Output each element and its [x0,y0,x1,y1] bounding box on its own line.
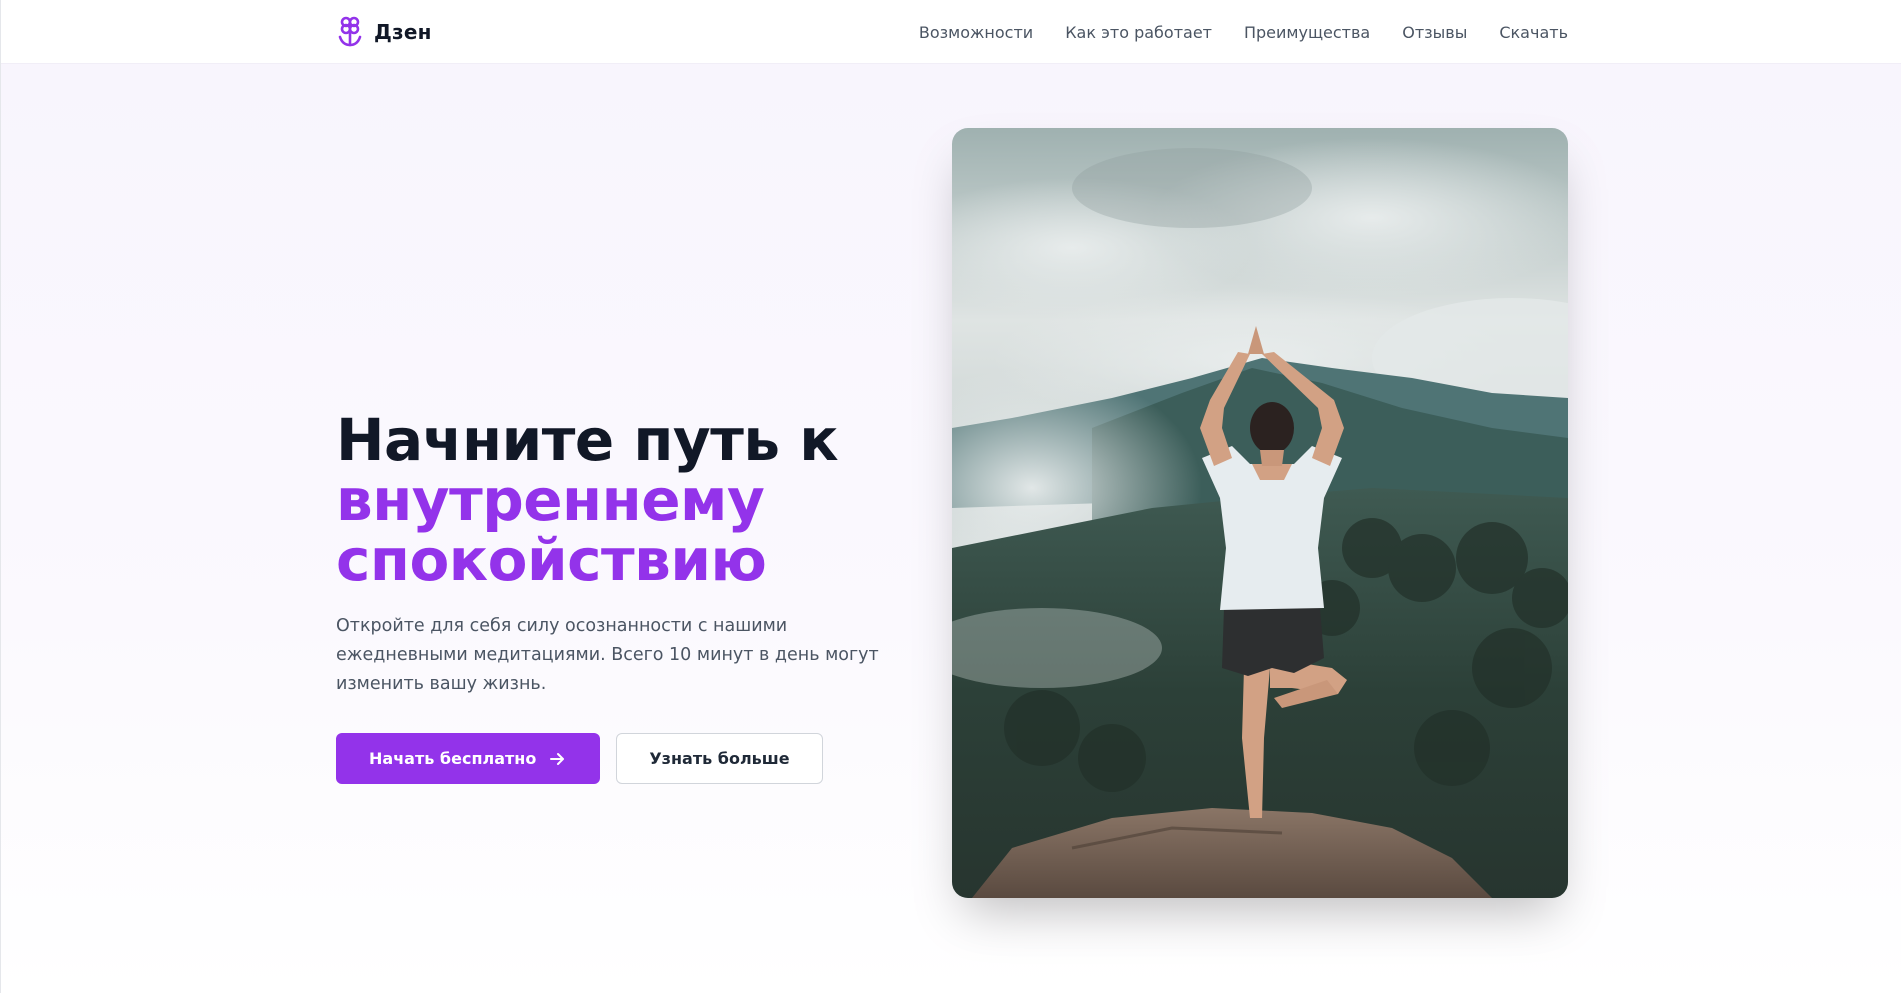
site-header: Дзен Возможности Как это работает Преиму… [0,0,1901,64]
hero-title-line-1: Начните путь к [336,406,839,474]
hero-title-line-3: спокойствию [336,526,767,594]
start-free-button-label: Начать бесплатно [369,749,537,768]
lotus-flower-icon [338,16,362,47]
learn-more-button[interactable]: Узнать больше [616,733,823,784]
brand-logo[interactable]: Дзен [336,15,432,49]
hero-title: Начните путь к внутреннему спокойствию [336,410,896,590]
hero-image [952,128,1568,898]
nav-link-download[interactable]: Скачать [1499,23,1568,42]
hero-actions: Начать бесплатно Узнать больше [336,733,896,784]
hero-section: Начните путь к внутреннему спокойствию О… [0,64,1901,993]
main-nav: Возможности Как это работает Преимуществ… [919,0,1568,64]
nav-link-features[interactable]: Возможности [919,23,1033,42]
start-free-button[interactable]: Начать бесплатно [336,733,601,784]
hero-title-line-2: внутреннему [336,466,765,534]
hero-description: Откройте для себя силу осознанности с на… [336,616,879,694]
nav-link-reviews[interactable]: Отзывы [1402,23,1467,42]
yoga-mountain-photo [952,128,1568,898]
brand-name: Дзен [374,20,432,44]
hero-content: Начните путь к внутреннему спокойствию О… [336,410,896,784]
nav-link-how-it-works[interactable]: Как это работает [1065,23,1212,42]
nav-link-benefits[interactable]: Преимущества [1244,23,1370,42]
arrow-right-icon [550,752,565,765]
